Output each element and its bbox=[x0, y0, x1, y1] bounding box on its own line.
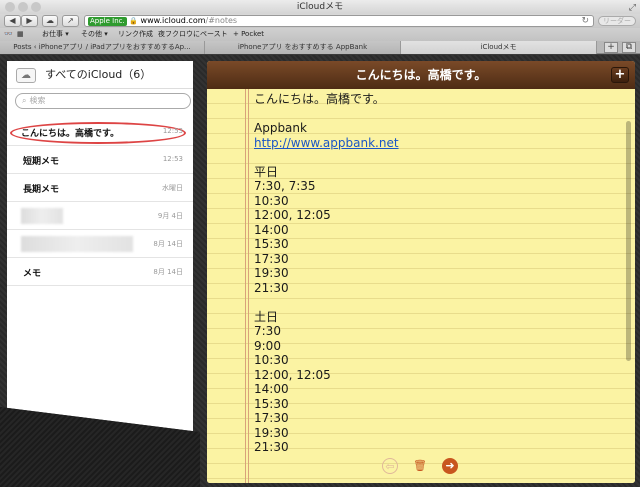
note-date: 12:53 bbox=[162, 127, 183, 135]
bookmark-work-folder[interactable]: お仕事 ▾ bbox=[42, 28, 69, 41]
note-title: 短期メモ bbox=[23, 157, 60, 167]
note-scrollbar[interactable] bbox=[626, 121, 631, 361]
note-header-title: こんにちは。高橋です。 bbox=[355, 68, 487, 82]
list-item[interactable]: こんにちは。高橋です。 12:53 bbox=[7, 119, 193, 146]
icloud-bookmark-button[interactable]: ☁ bbox=[42, 15, 58, 27]
address-bar[interactable]: Apple Inc. 🔒 www.icloud.com/#notes ↻ bbox=[84, 15, 594, 27]
back-button[interactable]: ◀ bbox=[4, 15, 21, 27]
plus-icon: + bbox=[607, 42, 615, 52]
notes-list-title: すべてのiCloud（6） bbox=[45, 68, 152, 81]
reading-list-icon[interactable]: 👓 bbox=[4, 28, 13, 41]
share-button[interactable]: ↗ bbox=[62, 15, 79, 27]
top-sites-icon[interactable]: ▦ bbox=[17, 28, 24, 41]
bookmark-other-folder[interactable]: その他 ▾ bbox=[81, 28, 108, 41]
window-titlebar: iCloudメモ ⤢ bbox=[0, 0, 640, 14]
note-editor-pane: こんにちは。高橋です。 + こんにちは。高橋です。 Appbank http:/… bbox=[207, 61, 635, 483]
margin-line bbox=[245, 89, 246, 483]
notes-list-header: ☁ すべてのiCloud（6） bbox=[7, 61, 193, 89]
list-item[interactable]: 短期メモ 12:53 bbox=[7, 147, 193, 174]
fullscreen-icon[interactable]: ⤢ bbox=[629, 1, 636, 15]
bookmark-pocket[interactable]: + Pocket bbox=[233, 28, 264, 41]
search-icon: ⌕ bbox=[22, 96, 27, 105]
note-link[interactable]: http://www.appbank.net bbox=[254, 136, 399, 150]
lock-icon: 🔒 bbox=[129, 17, 138, 25]
weekend-label: 土日 bbox=[254, 309, 279, 324]
redacted-note-title bbox=[21, 208, 63, 224]
bookmark-yorufukurou-paste[interactable]: 夜フクロウにペースト bbox=[158, 28, 228, 41]
minimize-window-button[interactable] bbox=[18, 2, 28, 12]
new-tab-button[interactable]: + bbox=[604, 42, 618, 53]
forward-button[interactable]: ▶ bbox=[21, 15, 38, 27]
search-placeholder: 検索 bbox=[29, 96, 46, 105]
note-date: 9月 4日 bbox=[157, 212, 183, 220]
share-icon: ↗ bbox=[67, 16, 74, 25]
forward-arrow-icon: ▶ bbox=[26, 16, 33, 25]
tab-overview-button[interactable]: ⧉ bbox=[622, 42, 636, 53]
browser-toolbar: ◀ ▶ ☁ ↗ Apple Inc. 🔒 www.icloud.com/#not… bbox=[0, 14, 640, 28]
new-note-button[interactable]: + bbox=[611, 67, 629, 83]
close-window-button[interactable] bbox=[5, 2, 15, 12]
redacted-note-title bbox=[21, 236, 133, 252]
bookmarks-bar: 👓 ▦ お仕事 ▾ その他 ▾ リンク作成 夜フクロウにペースト + Pocke… bbox=[0, 28, 640, 41]
note-title: こんにちは。高橋です。 bbox=[21, 129, 120, 139]
list-item[interactable]: メモ 8月 14日 bbox=[7, 259, 193, 286]
reader-button[interactable]: リーダー bbox=[598, 16, 636, 26]
tab-appbank[interactable]: iPhoneアプリ をおすすめする AppBank bbox=[205, 41, 401, 54]
cloud-icon: ☁ bbox=[46, 16, 54, 25]
tabs-icon: ⧉ bbox=[625, 42, 633, 52]
reload-icon[interactable]: ↻ bbox=[581, 16, 589, 26]
note-body[interactable]: こんにちは。高橋です。 Appbank http://www.appbank.n… bbox=[254, 92, 624, 455]
accounts-button[interactable]: ☁ bbox=[16, 68, 36, 83]
note-date: 8月 14日 bbox=[153, 268, 183, 276]
cloud-icon: ☁ bbox=[21, 70, 31, 81]
url-path: /#notes bbox=[205, 16, 238, 25]
note-date: 12:53 bbox=[162, 155, 183, 163]
trash-icon[interactable]: 🗑 bbox=[412, 458, 428, 474]
note-appbank: Appbank bbox=[254, 121, 307, 135]
list-item[interactable]: 8月 14日 bbox=[7, 231, 193, 258]
tab-bar: Posts ‹ iPhoneアプリ / iPadアプリをおすすめするAp... … bbox=[0, 41, 640, 54]
note-header: こんにちは。高橋です。 + bbox=[207, 61, 635, 89]
list-item[interactable]: 長期メモ 水曜日 bbox=[7, 175, 193, 202]
prev-arrow-icon[interactable]: ⇦ bbox=[382, 458, 398, 474]
search-input[interactable]: ⌕ 検索 bbox=[15, 93, 191, 109]
window-title: iCloudメモ bbox=[296, 2, 344, 12]
plus-icon: + bbox=[614, 67, 626, 82]
tab-icloud-notes[interactable]: iCloudメモ bbox=[401, 41, 597, 54]
weekday-label: 平日 bbox=[254, 164, 279, 179]
page-content: ☁ すべてのiCloud（6） ⌕ 検索 こんにちは。高橋です。 12:53 短期… bbox=[0, 55, 640, 487]
list-item[interactable]: 9月 4日 bbox=[7, 203, 193, 230]
margin-line bbox=[248, 89, 249, 483]
tab-posts[interactable]: Posts ‹ iPhoneアプリ / iPadアプリをおすすめするAp... bbox=[0, 41, 205, 54]
weekday-times: 7:30, 7:35 10:30 12:00, 12:05 14:00 15:3… bbox=[254, 179, 331, 295]
back-arrow-icon: ◀ bbox=[9, 16, 16, 25]
weekend-times: 7:30 9:00 10:30 12:00, 12:05 14:00 15:30… bbox=[254, 324, 331, 454]
note-date: 水曜日 bbox=[162, 184, 183, 192]
note-footer-toolbar: ⇦ 🗑 ➜ bbox=[207, 453, 635, 483]
note-date: 8月 14日 bbox=[153, 240, 183, 248]
note-greeting: こんにちは。高橋です。 bbox=[254, 92, 385, 106]
bookmark-create-link[interactable]: リンク作成 bbox=[118, 28, 153, 41]
ev-certificate-badge[interactable]: Apple Inc. bbox=[88, 17, 127, 26]
next-arrow-icon[interactable]: ➜ bbox=[442, 458, 458, 474]
note-title: メモ bbox=[23, 269, 42, 279]
zoom-window-button[interactable] bbox=[31, 2, 41, 12]
url-host: www.icloud.com bbox=[140, 16, 206, 25]
note-title: 長期メモ bbox=[23, 185, 60, 195]
